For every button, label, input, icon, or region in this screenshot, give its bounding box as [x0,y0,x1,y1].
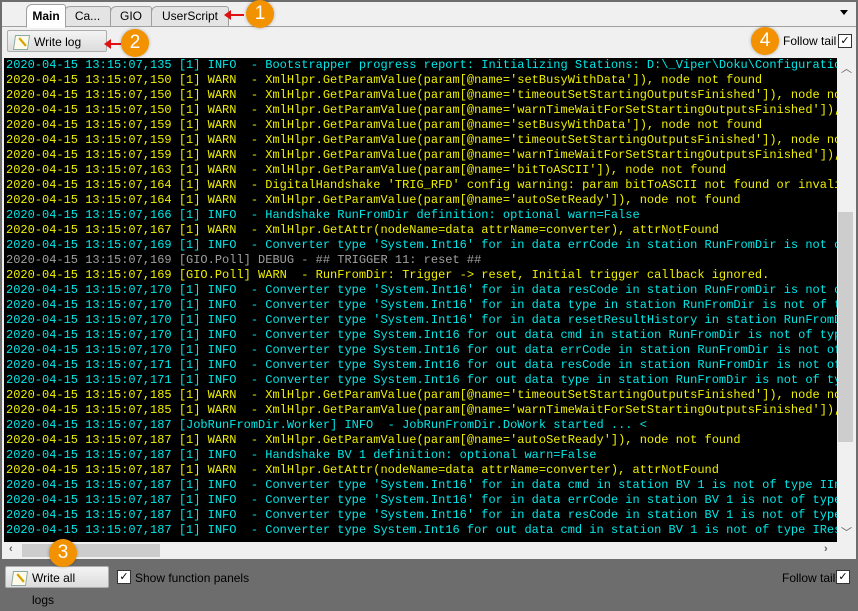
log-line: 2020-04-15 13:15:07,171 [1] INFO - Conve… [6,358,837,372]
scroll-right-icon[interactable]: › [824,543,828,555]
log-line: 2020-04-15 13:15:07,164 [1] WARN - Digit… [6,178,837,192]
log-line: 2020-04-15 13:15:07,171 [1] INFO - Conve… [6,373,837,387]
log-line: 2020-04-15 13:15:07,187 [1] INFO - Conve… [6,478,837,492]
tab-main[interactable]: Main [26,4,66,28]
annotation-arrow-1 [224,10,244,20]
footer-follow-tail-label: Follow tail [782,571,836,585]
follow-tail-checkbox[interactable]: ✓ [838,34,852,48]
tab-dropdown-icon[interactable] [840,10,848,15]
annotation-badge-2: 2 [121,29,149,57]
log-line: 2020-04-15 13:15:07,169 [GIO.Poll] DEBUG… [6,253,482,267]
log-line: 2020-04-15 13:15:07,187 [1] WARN - XmlHl… [6,463,719,477]
log-line: 2020-04-15 13:15:07,159 [1] WARN - XmlHl… [6,148,837,162]
horizontal-scrollbar[interactable]: ‹ › [4,542,837,559]
log-line: 2020-04-15 13:15:07,170 [1] INFO - Conve… [6,313,837,327]
notepad-icon [12,35,31,50]
tab-strip: Main Ca... GIO UserScript [2,2,856,28]
log-line: 2020-04-15 13:15:07,185 [1] WARN - XmlHl… [6,388,837,402]
log-line: 2020-04-15 13:15:07,150 [1] WARN - XmlHl… [6,73,763,87]
scroll-up-icon[interactable]: ︿ [841,60,852,76]
log-line: 2020-04-15 13:15:07,159 [1] WARN - XmlHl… [6,133,837,147]
log-line: 2020-04-15 13:15:07,187 [1] WARN - XmlHl… [6,433,741,447]
tab-gio[interactable]: GIO [110,6,152,26]
log-line: 2020-04-15 13:15:07,185 [1] WARN - XmlHl… [6,403,837,417]
log-line: 2020-04-15 13:15:07,170 [1] INFO - Conve… [6,343,837,357]
log-output[interactable]: 2020-04-15 13:15:07,135 [1] INFO - Boots… [4,58,837,542]
log-line: 2020-04-15 13:15:07,150 [1] WARN - XmlHl… [6,88,837,102]
annotation-badge-1: 1 [246,0,274,28]
log-line: 2020-04-15 13:15:07,187 [1] INFO - Conve… [6,508,837,522]
log-line: 2020-04-15 13:15:07,135 [1] INFO - Boots… [6,58,837,72]
log-line: 2020-04-15 13:15:07,187 [JobRunFromDir.W… [6,418,647,432]
log-line: 2020-04-15 13:15:07,169 [GIO.Poll] WARN … [6,268,770,282]
log-line: 2020-04-15 13:15:07,187 [1] INFO - Conve… [6,493,837,507]
notepad-icon [10,571,29,586]
write-all-logs-button[interactable]: Write all logs [5,566,109,607]
log-line: 2020-04-15 13:15:07,167 [1] WARN - XmlHl… [6,223,719,237]
log-line: 2020-04-15 13:15:07,150 [1] WARN - XmlHl… [6,103,837,117]
annotation-arrow-2 [104,39,121,49]
log-line: 2020-04-15 13:15:07,170 [1] INFO - Conve… [6,328,837,342]
follow-tail-label: Follow tail [783,34,837,48]
log-line: 2020-04-15 13:15:07,187 [1] INFO - Hands… [6,448,597,462]
vertical-scroll-thumb[interactable] [838,212,853,442]
show-function-panels-label: Show function panels [135,571,250,585]
log-line: 2020-04-15 13:15:07,164 [1] WARN - XmlHl… [6,193,741,207]
show-function-panels-checkbox[interactable]: ✓ [117,570,131,584]
log-line: 2020-04-15 13:15:07,187 [1] INFO - Conve… [6,523,837,537]
log-line: 2020-04-15 13:15:07,159 [1] WARN - XmlHl… [6,118,763,132]
scroll-down-icon[interactable]: ﹀ [841,524,852,540]
scroll-left-icon[interactable]: ‹ [9,543,13,555]
write-log-file-button[interactable]: Write log file [7,30,107,71]
tab-ca[interactable]: Ca... [64,6,111,26]
log-line: 2020-04-15 13:15:07,166 [1] INFO - Hands… [6,208,640,222]
horizontal-scroll-thumb[interactable] [22,544,160,557]
footer-follow-tail-checkbox[interactable]: ✓ [836,570,850,584]
tab-userscript[interactable]: UserScript [151,6,229,26]
log-line: 2020-04-15 13:15:07,170 [1] INFO - Conve… [6,298,837,312]
annotation-badge-3: 3 [49,539,77,567]
vertical-scrollbar[interactable]: ︿ ﹀ [837,58,854,542]
log-line: 2020-04-15 13:15:07,163 [1] WARN - XmlHl… [6,163,727,177]
log-line: 2020-04-15 13:15:07,169 [1] INFO - Conve… [6,238,837,252]
write-all-logs-label: Write all logs [32,571,76,607]
annotation-badge-4: 4 [751,27,779,55]
log-line: 2020-04-15 13:15:07,170 [1] INFO - Conve… [6,283,837,297]
